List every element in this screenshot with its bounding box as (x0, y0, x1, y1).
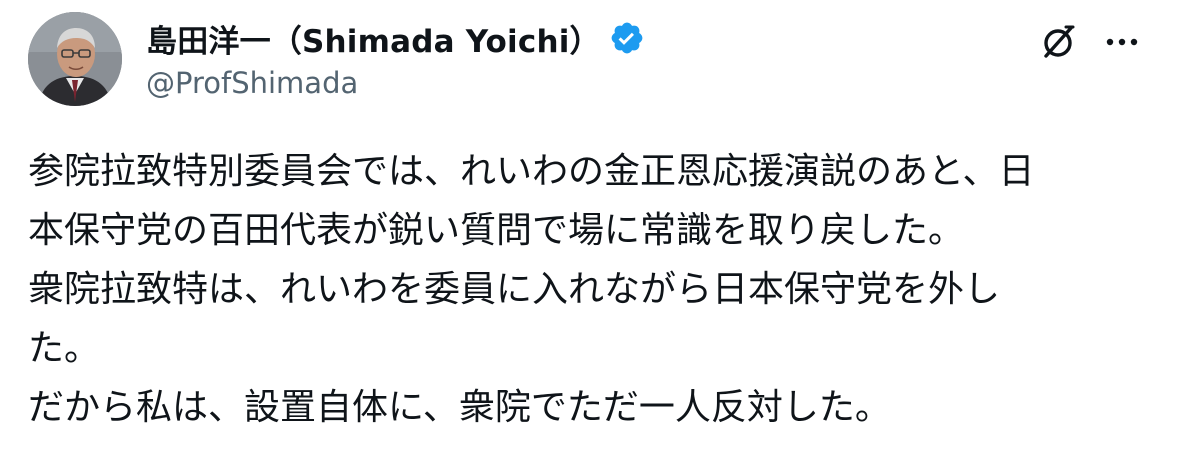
tweet-text-line: 本保守党の百田代表が鋭い質問で場に常識を取り戻した。 (28, 210, 965, 251)
more-options-icon (1106, 38, 1138, 46)
avatar-photo (28, 12, 122, 106)
author-display-name[interactable]: 島田洋一（Shimada Yoichi） (146, 16, 601, 61)
tweet: 島田洋一（Shimada Yoichi） @ProfShimada 参院拉致特別… (0, 0, 1182, 454)
more-options-button[interactable] (1098, 18, 1146, 66)
author-handle[interactable]: @ProfShimada (146, 66, 358, 100)
tweet-text-line: 衆院拉致特は、れいわを委員に入れながら日本保守党を外し (28, 269, 1001, 310)
tweet-text-line: 参院拉致特別委員会では、れいわの金正恩応援演説のあと、日 (28, 151, 1035, 192)
tweet-text-line: た。 (28, 328, 101, 369)
tweet-text-line: だから私は、設置自体に、衆院でただ一人反対した。 (28, 387, 891, 428)
avatar[interactable] (28, 12, 122, 106)
grok-button[interactable] (1034, 18, 1082, 66)
grok-icon (1044, 25, 1075, 58)
tweet-text: 参院拉致特別委員会では、れいわの金正恩応援演説のあと、日 本保守党の百田代表が鋭… (28, 142, 1160, 437)
verified-badge-icon (611, 22, 643, 54)
author-name-row: 島田洋一（Shimada Yoichi） (146, 16, 645, 60)
